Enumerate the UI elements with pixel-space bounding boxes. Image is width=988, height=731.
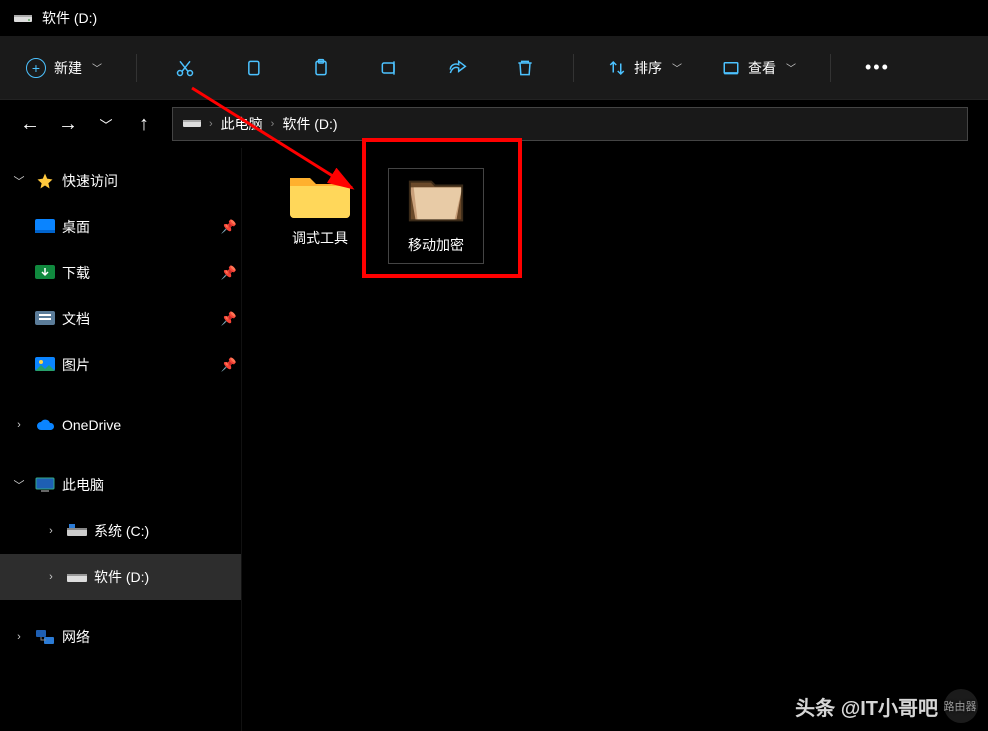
view-icon [722, 59, 740, 77]
drive-icon [183, 116, 201, 132]
sidebar-item-label: 网络 [62, 627, 241, 647]
sidebar-item-label: 文档 [62, 309, 211, 329]
pin-icon: 📌 [217, 265, 241, 281]
chevron-right-icon: › [42, 525, 60, 537]
cloud-icon [34, 414, 56, 436]
folder-item-encrypted[interactable]: 移动加密 [388, 168, 484, 264]
sidebar-desktop[interactable]: 桌面 📌 [0, 204, 241, 250]
share-button[interactable] [437, 48, 477, 88]
pin-icon: 📌 [217, 219, 241, 235]
sidebar-item-label: 系统 (C:) [94, 521, 241, 541]
pictures-icon [34, 354, 56, 376]
sidebar-documents[interactable]: 文档 📌 [0, 296, 241, 342]
documents-icon [34, 308, 56, 330]
pin-icon: 📌 [217, 357, 241, 373]
separator [830, 54, 831, 82]
folder-icon [288, 168, 352, 220]
toolbar: + 新建 ﹀ 排序 ﹀ 查看 ﹀ ••• [0, 36, 988, 100]
sort-button[interactable]: 排序 ﹀ [602, 48, 688, 88]
up-button[interactable]: ↑ [134, 113, 154, 136]
navigation-row: ← → ﹀ ↑ › 此电脑 › 软件 (D:) [0, 100, 988, 148]
sidebar-item-label: 软件 (D:) [94, 567, 241, 587]
sidebar: ﹀ 快速访问 桌面 📌 下载 📌 文档 📌 [0, 148, 242, 731]
chevron-down-icon: ﹀ [92, 60, 102, 75]
star-icon [34, 170, 56, 192]
chevron-down-icon: ﹀ [10, 477, 28, 493]
new-button[interactable]: + 新建 ﹀ [20, 48, 108, 88]
cut-button[interactable] [165, 48, 205, 88]
drive-icon [66, 520, 88, 542]
sort-icon [608, 59, 626, 77]
sidebar-onedrive[interactable]: › OneDrive [0, 402, 241, 448]
drive-icon [66, 566, 88, 588]
folder-label: 调式工具 [292, 228, 348, 248]
delete-button[interactable] [505, 48, 545, 88]
breadcrumb-current[interactable]: 软件 (D:) [282, 114, 337, 134]
sidebar-item-label: 快速访问 [62, 171, 241, 191]
content-pane: 调式工具 移动加密 头条 @IT小哥吧 路由器 [242, 148, 988, 731]
recent-button[interactable]: ﹀ [96, 115, 116, 134]
view-label: 查看 [748, 58, 776, 78]
sidebar-item-label: OneDrive [62, 417, 241, 433]
window-title: 软件 (D:) [42, 8, 97, 28]
title-bar: 软件 (D:) [0, 0, 988, 36]
watermark-badge: 路由器 [944, 689, 978, 723]
sidebar-item-label: 下载 [62, 263, 211, 283]
sort-label: 排序 [634, 58, 662, 78]
sidebar-drive-c[interactable]: › 系统 (C:) [0, 508, 241, 554]
nav-arrows: ← → ﹀ ↑ [20, 113, 154, 136]
sidebar-item-label: 图片 [62, 355, 211, 375]
plus-circle-icon: + [26, 58, 46, 78]
more-button[interactable]: ••• [859, 48, 896, 88]
desktop-icon [34, 216, 56, 238]
chevron-down-icon: ﹀ [672, 60, 682, 75]
chevron-right-icon: › [271, 118, 275, 130]
sidebar-item-label: 桌面 [62, 217, 211, 237]
chevron-right-icon: › [10, 631, 28, 643]
address-bar[interactable]: › 此电脑 › 软件 (D:) [172, 107, 968, 141]
sidebar-network[interactable]: › 网络 [0, 614, 241, 660]
encrypted-folder-icon [404, 175, 468, 227]
computer-icon [34, 474, 56, 496]
new-label: 新建 [54, 58, 82, 78]
main-area: ﹀ 快速访问 桌面 📌 下载 📌 文档 📌 [0, 148, 988, 731]
rename-button[interactable] [369, 48, 409, 88]
sidebar-this-pc[interactable]: ﹀ 此电脑 [0, 462, 241, 508]
network-icon [34, 626, 56, 648]
watermark-text: 头条 @IT小哥吧 [795, 692, 938, 721]
copy-button[interactable] [233, 48, 273, 88]
breadcrumb-root[interactable]: 此电脑 [221, 114, 263, 134]
folder-label: 移动加密 [408, 235, 464, 255]
chevron-down-icon: ﹀ [786, 60, 796, 75]
drive-icon [14, 11, 32, 25]
separator [573, 54, 574, 82]
watermark: 头条 @IT小哥吧 路由器 [795, 689, 978, 723]
view-button[interactable]: 查看 ﹀ [716, 48, 802, 88]
sidebar-drive-d[interactable]: › 软件 (D:) [0, 554, 241, 600]
chevron-down-icon: ﹀ [10, 173, 28, 189]
chevron-right-icon: › [10, 419, 28, 431]
chevron-right-icon: › [209, 118, 213, 130]
paste-button[interactable] [301, 48, 341, 88]
forward-button[interactable]: → [58, 113, 78, 136]
folder-item[interactable]: 调式工具 [272, 168, 368, 248]
chevron-right-icon: › [42, 571, 60, 583]
downloads-icon [34, 262, 56, 284]
pin-icon: 📌 [217, 311, 241, 327]
sidebar-downloads[interactable]: 下载 📌 [0, 250, 241, 296]
separator [136, 54, 137, 82]
sidebar-item-label: 此电脑 [62, 475, 241, 495]
sidebar-quick-access[interactable]: ﹀ 快速访问 [0, 158, 241, 204]
sidebar-pictures[interactable]: 图片 📌 [0, 342, 241, 388]
back-button[interactable]: ← [20, 113, 40, 136]
